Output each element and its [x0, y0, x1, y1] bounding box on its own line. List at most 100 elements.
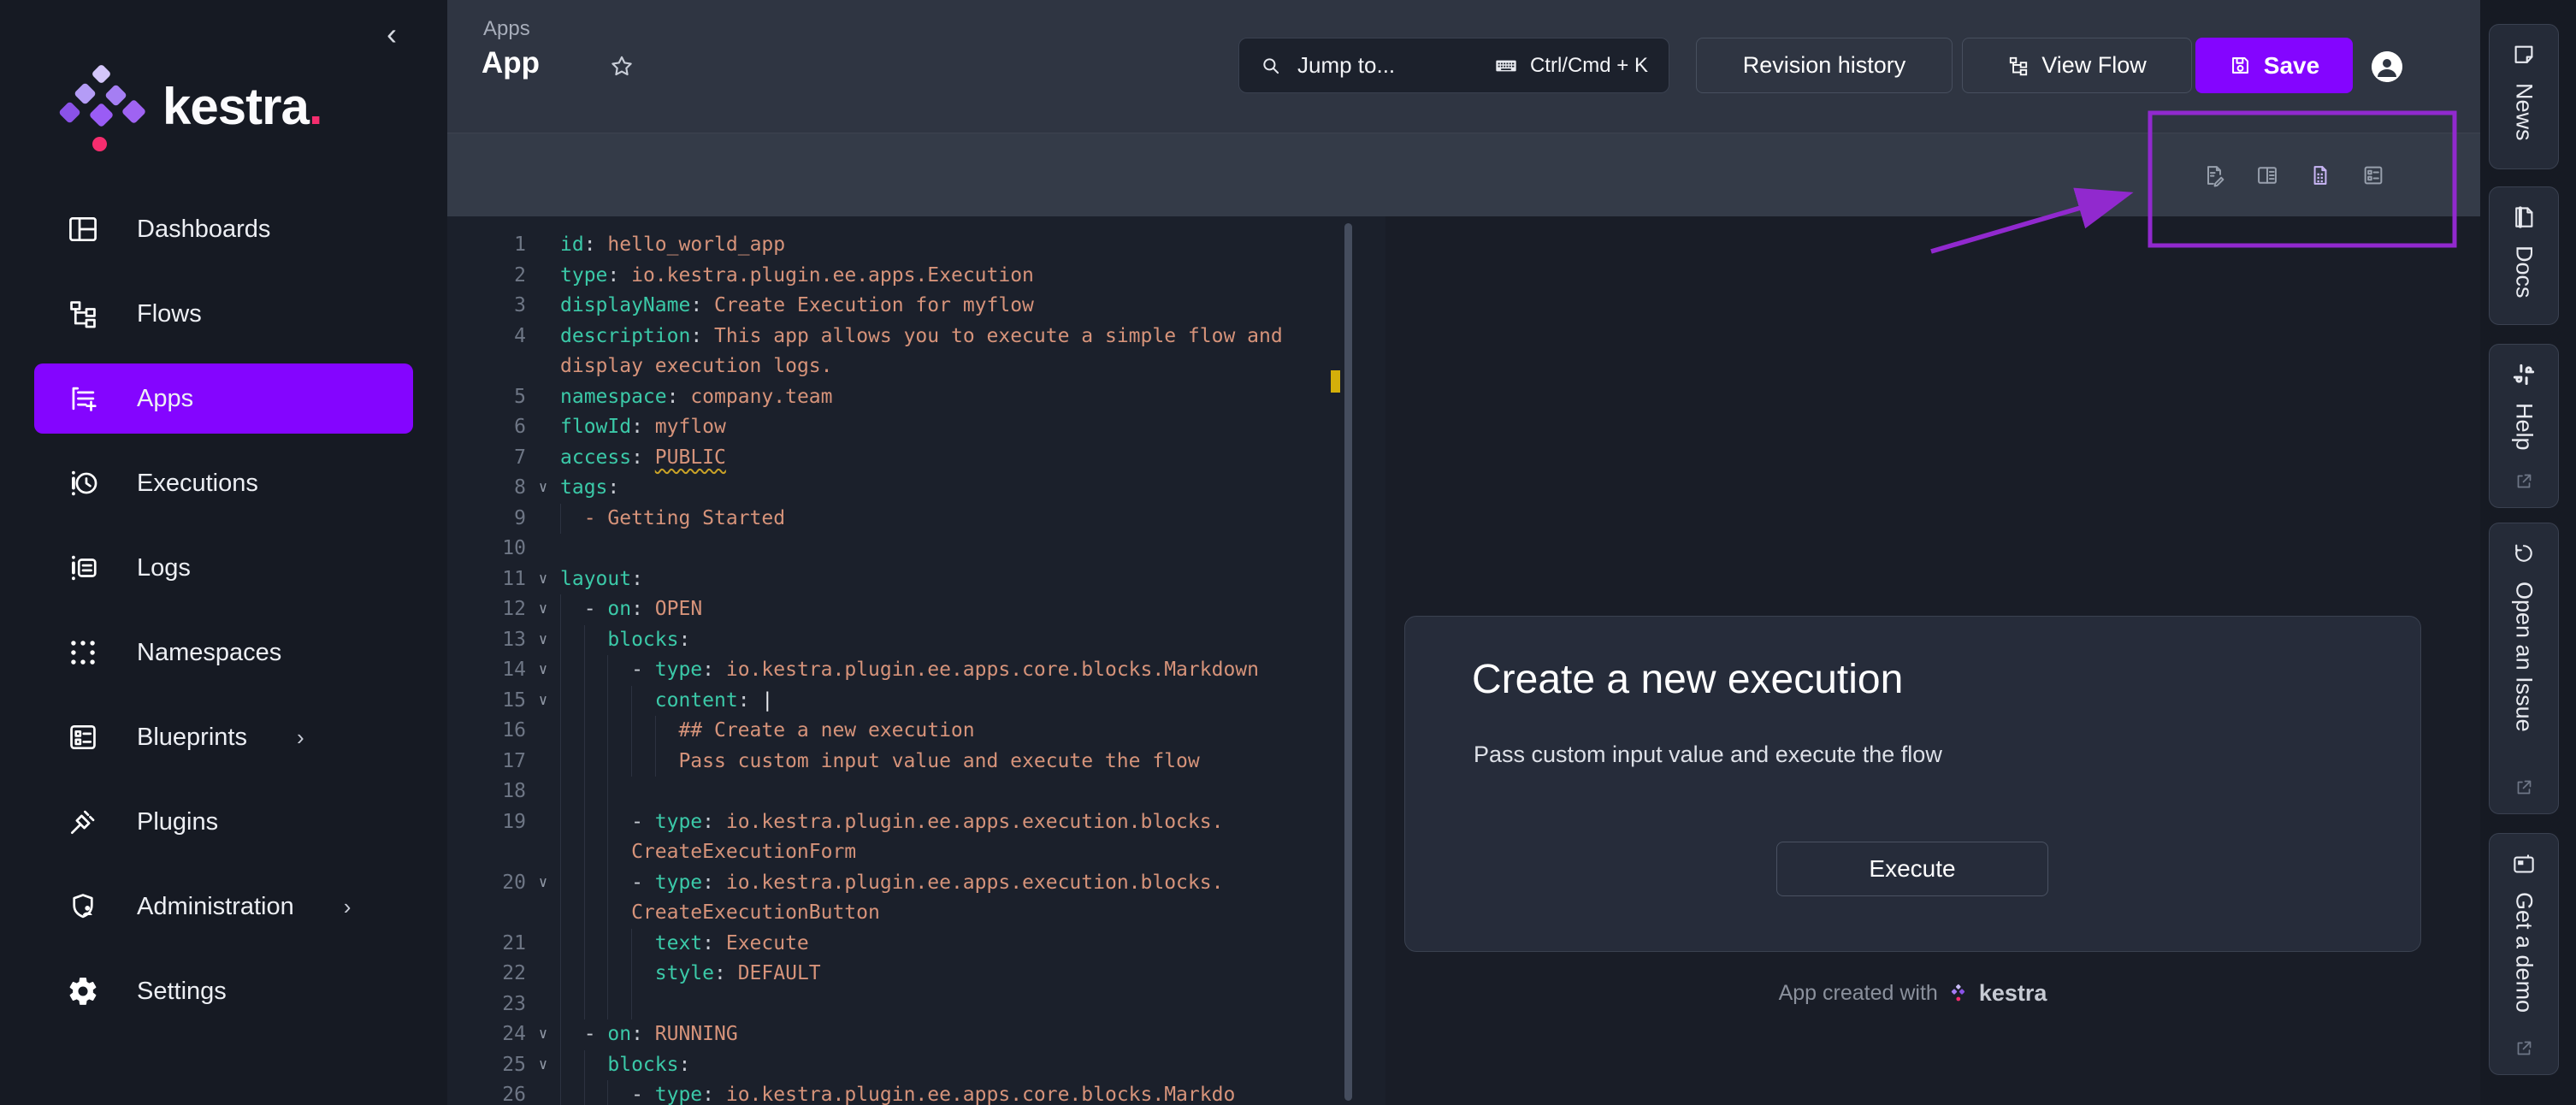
file-table-view-icon[interactable] [2308, 163, 2332, 187]
line-number [447, 898, 526, 929]
sidebar-item-label: Plugins [137, 808, 218, 836]
code-line: 20∨- type: io.kestra.plugin.ee.apps.exec… [447, 868, 1385, 899]
code-line: CreateExecutionButton [447, 898, 1385, 929]
fold-gutter [526, 534, 560, 564]
indent-guide [560, 929, 584, 960]
page-title: App [482, 46, 540, 80]
sidebar-collapse-icon[interactable]: ‹ [387, 19, 397, 50]
sidebar-item-plugins[interactable]: Plugins [34, 787, 413, 857]
line-number: 20 [447, 868, 526, 899]
news-icon [2511, 42, 2537, 68]
search-shortcut: Ctrl/Cmd + K [1530, 54, 1648, 78]
fold-icon[interactable]: ∨ [526, 594, 560, 625]
rail-tab-get-a-demo[interactable]: Get a demo [2489, 833, 2559, 1075]
indent-guide [584, 990, 608, 1020]
sidebar-item-flows[interactable]: Flows [34, 279, 413, 349]
sidebar-item-blueprints[interactable]: Blueprints› [34, 702, 413, 772]
footer-brand: kestra [1979, 980, 2047, 1007]
file-edit-view-icon[interactable] [2202, 163, 2226, 187]
indent-guide [560, 504, 584, 535]
sidebar-item-apps[interactable]: Apps [34, 363, 413, 434]
fold-icon[interactable]: ∨ [526, 686, 560, 717]
fold-gutter [526, 382, 560, 413]
favorite-star-icon[interactable] [608, 53, 635, 80]
fold-gutter [526, 716, 560, 747]
sidebar-item-settings[interactable]: Settings [34, 956, 413, 1026]
indent-guide [560, 807, 584, 838]
code-line: 25∨blocks: [447, 1050, 1385, 1081]
card-title: Create a new execution [1472, 656, 1903, 703]
code-editor[interactable]: 1id: hello_world_app2type: io.kestra.plu… [447, 216, 1385, 1105]
jump-to-search[interactable]: Jump to... Ctrl/Cmd + K [1238, 38, 1669, 93]
sidebar-item-namespaces[interactable]: Namespaces [34, 618, 413, 688]
code-line: 6flowId: myflow [447, 412, 1385, 443]
line-number: 7 [447, 443, 526, 474]
sidebar-item-executions[interactable]: Executions [34, 448, 413, 518]
sidebar: ‹ kestra. Dashboards Flows Apps Executions L… [0, 0, 447, 1105]
fold-gutter [526, 261, 560, 292]
indent-guide [607, 777, 631, 807]
breadcrumb[interactable]: Apps [483, 17, 530, 41]
sidebar-item-dashboards[interactable]: Dashboards [34, 194, 413, 264]
line-number: 3 [447, 291, 526, 322]
code-line: 10 [447, 534, 1385, 564]
fold-icon[interactable]: ∨ [526, 1050, 560, 1081]
rail-tab-news[interactable]: News [2489, 24, 2559, 169]
sidebar-item-logs[interactable]: Logs [34, 533, 413, 603]
code-line: 24∨- on: RUNNING [447, 1019, 1385, 1050]
fold-icon[interactable]: ∨ [526, 473, 560, 504]
fold-icon[interactable]: ∨ [526, 868, 560, 899]
split-view-icon[interactable] [2255, 163, 2279, 187]
plugins-icon [67, 806, 99, 838]
fold-gutter [526, 443, 560, 474]
code-line: 23 [447, 990, 1385, 1020]
editor-scrollbar[interactable] [1344, 223, 1352, 1101]
indent-guide [584, 716, 608, 747]
revision-history-button[interactable]: Revision history [1696, 38, 1953, 93]
external-link-icon [2514, 777, 2534, 798]
rail-tab-open-an-issue[interactable]: Open an Issue [2489, 523, 2559, 814]
administration-icon [67, 890, 99, 923]
code-line: 17Pass custom input value and execute th… [447, 747, 1385, 777]
fold-icon[interactable]: ∨ [526, 1019, 560, 1050]
fold-icon[interactable]: ∨ [526, 625, 560, 656]
code-line: 16## Create a new execution [447, 716, 1385, 747]
slack-icon [2511, 362, 2537, 387]
indent-guide [631, 959, 655, 990]
execute-button[interactable]: Execute [1776, 842, 2048, 896]
user-avatar[interactable] [2372, 51, 2402, 82]
fold-icon[interactable]: ∨ [526, 655, 560, 686]
code-line: 19- type: io.kestra.plugin.ee.apps.execu… [447, 807, 1385, 838]
rail-tab-label: Docs [2511, 245, 2538, 298]
sidebar-item-label: Flows [137, 300, 202, 328]
indent-guide [631, 747, 655, 777]
rail-tab-label: Open an Issue [2511, 582, 2538, 732]
save-button[interactable]: Save [2195, 38, 2353, 93]
topbar: Apps App Jump to... Ctrl/Cmd + K Revisio… [447, 0, 2480, 133]
indent-guide [607, 898, 631, 929]
rail-tab-help[interactable]: Help [2489, 344, 2559, 508]
rail-tab-docs[interactable]: Docs [2489, 186, 2559, 325]
app-footer: App created with kestra [1385, 980, 2440, 1007]
indent-guide [560, 837, 584, 868]
code-line: 21text: Execute [447, 929, 1385, 960]
indent-guide [607, 747, 631, 777]
external-link-icon [2514, 1038, 2534, 1059]
indent-guide [607, 655, 631, 686]
indent-guide [560, 655, 584, 686]
code-line: display execution logs. [447, 352, 1385, 382]
indent-guide [584, 837, 608, 868]
sidebar-item-label: Logs [137, 554, 191, 582]
indent-guide [584, 686, 608, 717]
code-line: CreateExecutionForm [447, 837, 1385, 868]
fold-gutter [526, 959, 560, 990]
view-flow-button[interactable]: View Flow [1962, 38, 2192, 93]
code-line: 7access: PUBLIC [447, 443, 1385, 474]
indent-guide [631, 686, 655, 717]
form-view-icon[interactable] [2361, 163, 2385, 187]
fold-icon[interactable]: ∨ [526, 564, 560, 595]
kestra-logo[interactable]: kestra. [60, 65, 322, 147]
sidebar-item-administration[interactable]: Administration› [34, 872, 413, 942]
indent-guide [607, 929, 631, 960]
indent-guide [560, 990, 584, 1020]
